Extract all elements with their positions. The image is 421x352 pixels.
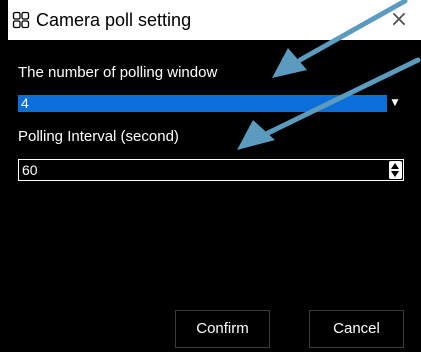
- annotation-arrow-lower: [237, 57, 421, 150]
- annotation-arrow-upper: [272, 0, 408, 78]
- annotation-arrows: [237, 0, 421, 150]
